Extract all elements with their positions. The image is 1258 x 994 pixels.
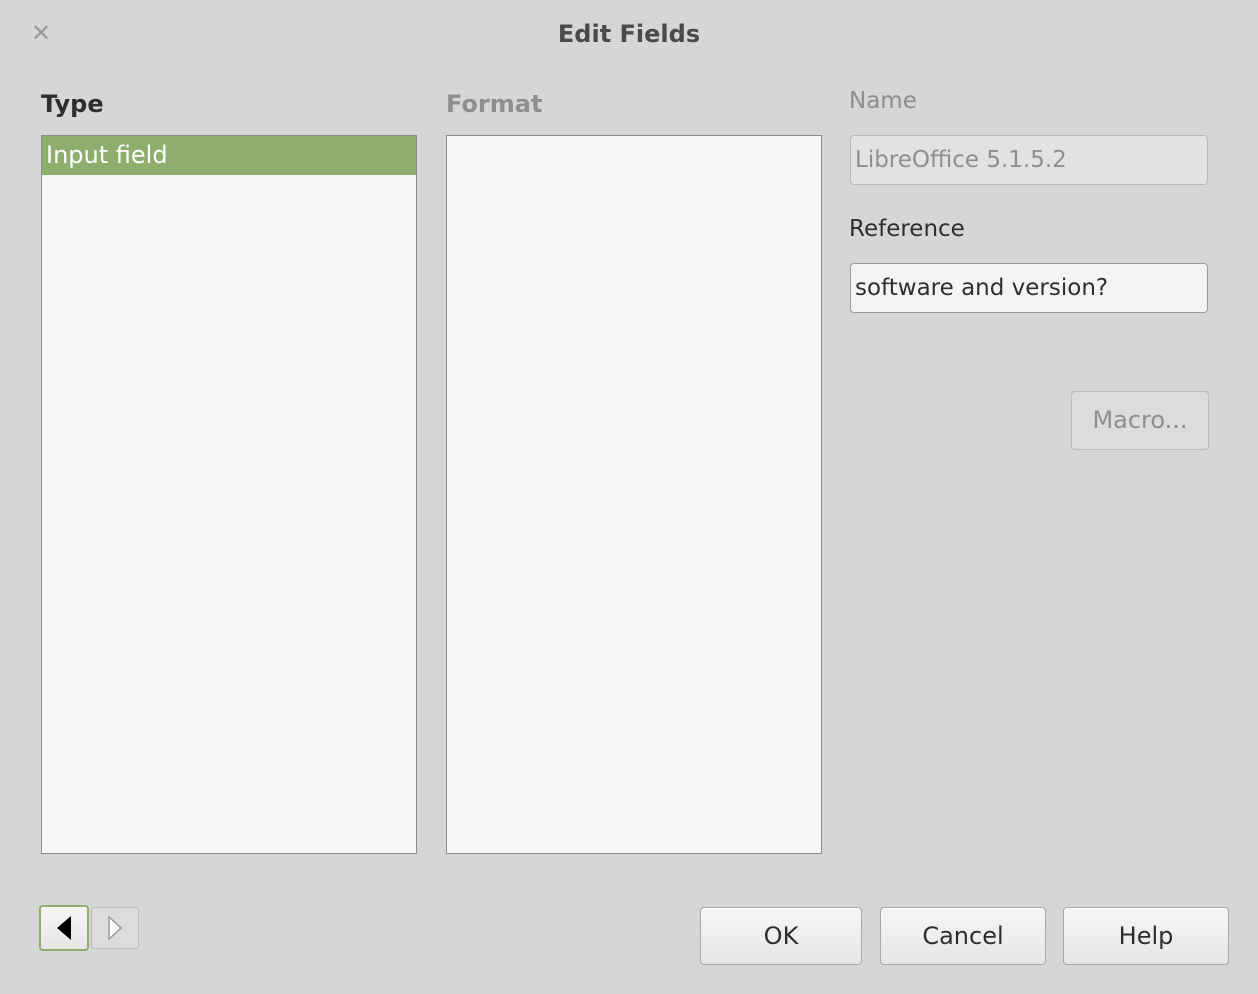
arrow-right-icon bbox=[108, 916, 123, 940]
dialog-title: Edit Fields bbox=[557, 20, 701, 48]
cancel-button[interactable]: Cancel bbox=[880, 907, 1046, 965]
next-button bbox=[91, 907, 139, 949]
list-item-input-field[interactable]: Input field bbox=[42, 136, 416, 175]
previous-button[interactable] bbox=[39, 905, 89, 951]
type-label: Type bbox=[41, 90, 104, 118]
type-list[interactable]: Input field bbox=[41, 135, 417, 854]
reference-field[interactable] bbox=[850, 263, 1208, 313]
edit-fields-dialog: ✕ Edit Fields Type Format Input field Na… bbox=[0, 0, 1258, 994]
help-button[interactable]: Help bbox=[1063, 907, 1229, 965]
name-field bbox=[850, 135, 1208, 185]
title-bar: ✕ Edit Fields bbox=[0, 0, 1258, 70]
reference-label: Reference bbox=[849, 216, 965, 242]
name-label: Name bbox=[849, 88, 917, 114]
ok-button[interactable]: OK bbox=[700, 907, 862, 965]
macro-button: Macro... bbox=[1071, 391, 1209, 450]
format-list[interactable] bbox=[446, 135, 822, 854]
arrow-left-icon bbox=[57, 916, 71, 940]
format-label: Format bbox=[446, 90, 543, 118]
